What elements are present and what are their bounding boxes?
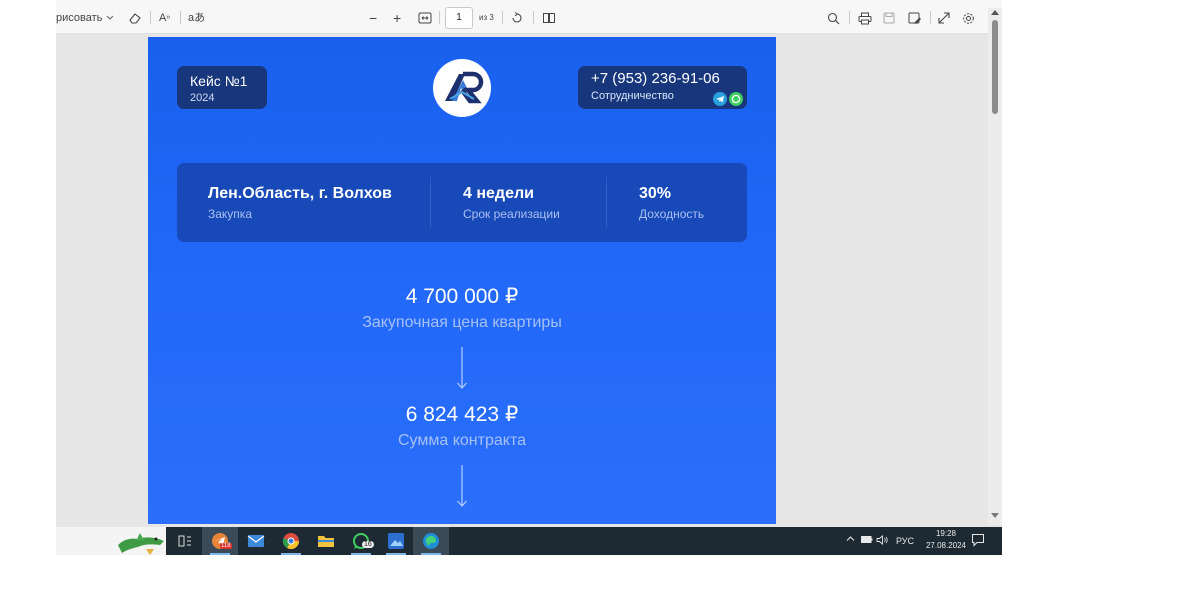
scrollbar-thumb[interactable] (992, 20, 998, 114)
arrow-down-icon (456, 345, 468, 396)
mail-taskbar-app[interactable] (238, 527, 274, 555)
clock-date[interactable]: 27.08.2024 (919, 541, 973, 550)
purchase-price: 4 700 000 ₽ (405, 285, 519, 308)
clock-time[interactable]: 19:28 (929, 529, 963, 538)
case-title: Кейс №1 (190, 73, 248, 89)
eraser-icon[interactable] (128, 9, 142, 27)
telegram-badge: 118 (220, 543, 232, 549)
text-tool-icon: aあ (188, 12, 206, 24)
contract-sum: 6 824 423 ₽ (405, 403, 519, 426)
cooperation-label: Сотрудничество (591, 90, 674, 102)
contact-badge: +7 (953) 236-91-06 Сотрудничество (578, 66, 747, 109)
search-icon[interactable] (827, 9, 840, 27)
telegram-taskbar-app[interactable]: 118 (202, 527, 238, 555)
telegram-icon[interactable] (713, 92, 727, 106)
rotate-icon[interactable] (510, 9, 524, 27)
draw-label: рисовать (56, 12, 103, 24)
edge-taskbar-app[interactable] (413, 527, 449, 555)
scroll-down-icon[interactable] (991, 513, 999, 518)
contract-sum-label: Сумма контракта (398, 432, 526, 449)
draw-dropdown-icon[interactable] (106, 9, 114, 27)
zoom-in-button[interactable]: + (393, 9, 401, 27)
photos-taskbar-app[interactable] (378, 527, 414, 555)
language-indicator[interactable]: РУС (896, 536, 914, 546)
read-aloud-icon: A (159, 12, 167, 24)
chrome-taskbar-app[interactable] (273, 527, 309, 555)
windows-taskbar: 118 16 РУС 19:28 27.08.2024 (56, 527, 1002, 555)
file-explorer-icon (318, 536, 334, 547)
draw-button[interactable]: рисовать (56, 9, 102, 27)
stat-yield: 30% (639, 185, 672, 202)
case-year: 2024 (190, 92, 215, 104)
whatsapp-taskbar-app[interactable]: 16 (343, 527, 379, 555)
stat-duration: 4 недели (463, 185, 534, 202)
phone-number[interactable]: +7 (953) 236-91-06 (591, 70, 720, 87)
pdf-viewer-window: рисовать A» aあ − + 1 из 3 Кейс №1 2024 +… (56, 0, 1002, 555)
taskview-icon[interactable] (167, 527, 203, 555)
page-total-label: из 3 (479, 13, 494, 22)
stat-yield-label: Доходность (639, 207, 705, 221)
read-aloud-button[interactable]: A» (159, 9, 170, 27)
fullscreen-icon[interactable] (938, 9, 950, 27)
arrow-down-icon (456, 463, 468, 514)
whatsapp-icon[interactable] (729, 92, 743, 106)
battery-icon[interactable] (861, 535, 873, 546)
save-icon[interactable] (883, 9, 895, 27)
crocodile-widget-icon[interactable] (116, 529, 166, 555)
pdf-page: Кейс №1 2024 +7 (953) 236-91-06 Сотрудни… (148, 37, 776, 524)
vertical-scrollbar[interactable] (988, 8, 1002, 525)
chrome-icon (282, 533, 300, 550)
print-icon[interactable] (858, 9, 872, 27)
fit-page-icon[interactable] (418, 9, 432, 27)
stat-location-label: Закупка (208, 207, 252, 221)
photos-icon (388, 533, 404, 549)
pdf-toolbar: рисовать A» aあ − + 1 из 3 (56, 0, 1002, 34)
tray-expand-icon[interactable] (846, 534, 855, 545)
deal-stats-panel: Лен.Область, г. Волхов Закупка 4 недели … (177, 163, 747, 242)
save-as-icon[interactable] (908, 9, 922, 27)
whatsapp-badge: 16 (362, 541, 374, 548)
settings-gear-icon[interactable] (962, 9, 975, 27)
stat-location: Лен.Область, г. Волхов (208, 185, 392, 202)
text-tool-button[interactable]: aあ (188, 9, 205, 27)
page-view-icon[interactable] (542, 9, 556, 27)
case-badge: Кейс №1 2024 (177, 66, 267, 109)
volume-icon[interactable] (876, 535, 889, 547)
notifications-icon[interactable] (971, 533, 985, 549)
file-explorer-taskbar-app[interactable] (308, 527, 344, 555)
stat-duration-label: Срок реализации (463, 207, 560, 221)
edge-icon (423, 533, 439, 549)
purchase-price-label: Закупочная цена квартиры (362, 314, 562, 331)
zoom-out-button[interactable]: − (369, 9, 377, 27)
scroll-up-icon[interactable] (991, 10, 999, 15)
page-number-input[interactable]: 1 (445, 7, 473, 29)
company-logo-icon (433, 59, 491, 117)
mail-icon (247, 535, 265, 547)
